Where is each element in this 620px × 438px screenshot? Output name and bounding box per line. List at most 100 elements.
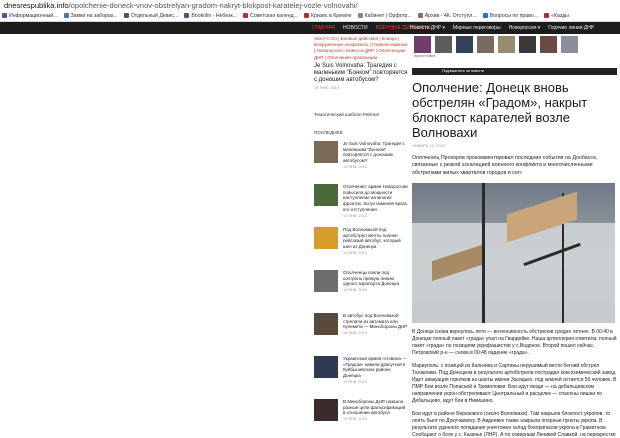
latest-item-date: 14 ЯНВ, 2015 xyxy=(343,213,367,218)
bookmark-item[interactable]: Кризис в Кремле xyxy=(303,11,352,21)
latest-thumb[interactable] xyxy=(314,183,338,206)
latest-list-item[interactable]: В Минобороны ДНР назвали разные цели фал… xyxy=(314,398,408,435)
nav-item[interactable]: ГЛАВНАЯ xyxy=(312,25,335,31)
article-body: В Донецк снова вернулось лето — интенсив… xyxy=(412,329,617,438)
bookmark-label: Архив - 4К. Отступл... xyxy=(424,13,477,19)
latest-heading: ПОСЛЕДНЕЕ xyxy=(314,129,343,135)
bookmark-item[interactable]: Информационный... xyxy=(2,11,58,21)
thumb-image[interactable] xyxy=(498,36,515,53)
bookmark-label: Замки на заборах... xyxy=(70,13,118,19)
latest-item-date: 13 ЯНВ, 2015 xyxy=(343,288,367,293)
bookmark-item[interactable]: Кабинет | Орфогр... xyxy=(357,11,412,21)
thumb-image[interactable] xyxy=(519,36,536,53)
latest-thumb[interactable] xyxy=(314,140,338,163)
latest-item-title[interactable]: В Минобороны ДНР назвали разные цели фал… xyxy=(343,399,405,416)
site-top-nav: ГЛАВНАЯ НОВОСТИ ВОЕННЫЕ ДЕЙСТВИЯ Новости Д… xyxy=(0,22,620,34)
bookmark-favicon-icon xyxy=(482,13,488,18)
bookmarks-bar: Информационный... Замки на заборах... Отде… xyxy=(0,11,620,22)
nav-item[interactable]: Мирные переговоры xyxy=(453,25,501,31)
article-paragraph: Бои идут в районе Березового (около Волн… xyxy=(412,410,616,438)
bookmark-label: Вопросы по право... xyxy=(489,13,539,19)
article-photo xyxy=(412,182,615,323)
latest-item-date: 13 ЯНВ, 2015 xyxy=(343,380,367,384)
thumb-caption: Кропотливое xyxy=(414,54,436,58)
latest-list-item[interactable]: Je Suis Volnovaha: Трагедия с маленьким … xyxy=(314,140,408,177)
bookmark-label: Bookolin - Небезк... xyxy=(191,13,238,19)
subscribe-bar[interactable]: Подпишитесь на новости xyxy=(412,68,617,75)
latest-item-text: Je Suis Volnovaha: Трагедия с маленьким … xyxy=(343,141,408,177)
photo-pole xyxy=(482,182,485,323)
bookmark-item[interactable]: Вопросы по право... xyxy=(482,11,539,21)
secondary-nav: Новости ДНР ▾ Мирные переговоры Новороссия… xyxy=(410,22,602,34)
bookmark-favicon-icon xyxy=(544,13,550,18)
article-lead: Ополченец Прохоров прокомментировал посл… xyxy=(412,155,598,176)
bookmark-item[interactable]: «Казды xyxy=(544,11,569,21)
nav-item[interactable]: НОВОСТИ xyxy=(343,25,368,31)
bookmark-item[interactable]: Замки на заборах... xyxy=(63,11,118,21)
sidebar-featured-date: 14 ЯНВ, 2015 xyxy=(314,84,340,90)
nav-item[interactable]: Новороссия ▾ xyxy=(509,25,541,31)
bookmark-item[interactable]: Bookolin - Небезк... xyxy=(184,11,238,21)
bookmark-favicon-icon xyxy=(123,13,129,18)
latest-item-text: Под Волновахой под артобстрел жёлты полн… xyxy=(343,227,408,263)
bookmark-favicon-icon xyxy=(243,13,249,18)
url-domain: dnesrespublika.info xyxy=(4,1,69,10)
bookmark-item[interactable]: Архив - 4К. Отступл... xyxy=(417,11,477,21)
thumb-image[interactable] xyxy=(561,36,578,53)
sidebar-category-links[interactable]: Хилл-Стоп | Боевые действия | В мире | В… xyxy=(314,34,408,61)
sidebar-tag-title[interactable]: Тематический шаблон Рейтинг xyxy=(314,112,408,117)
latest-item-text: Отречение: армия Новороссии повысила до … xyxy=(343,184,408,220)
latest-item-date: 14 ЯНВ, 2015 xyxy=(343,165,367,169)
latest-thumb[interactable] xyxy=(314,312,338,335)
bookmark-favicon-icon xyxy=(357,13,363,18)
latest-list-item[interactable]: Украинская армия готовила — «Градом» нав… xyxy=(314,355,408,392)
article-title: Ополчение: Донецк вновь обстрелян «Градо… xyxy=(412,80,588,140)
url-path: /opolchenie-doneck-vnov-obstrelyan-grado… xyxy=(68,1,358,10)
article-date: ЯНВАРЬ 12, 2015 xyxy=(412,143,445,148)
latest-thumb[interactable] xyxy=(314,355,338,378)
latest-item-text: В автобус под Волновахой стреляли из авт… xyxy=(343,313,408,349)
sidebar: Хилл-Стоп | Боевые действия | В мире | В… xyxy=(314,34,408,438)
thumb-image[interactable] xyxy=(435,36,452,53)
bookmark-label: Информационный... xyxy=(9,13,58,19)
bookmark-favicon-icon xyxy=(303,13,309,18)
bookmark-favicon-icon xyxy=(184,13,190,18)
latest-list-item[interactable]: Отречение: армия Новороссии повысила до … xyxy=(314,183,408,220)
latest-item-text: Украинская армия готовила — «Градом» нав… xyxy=(343,356,408,392)
latest-list-item[interactable]: В автобус под Волновахой стреляли из авт… xyxy=(314,312,408,349)
bookmark-label: «Казды xyxy=(551,13,569,19)
latest-list-item[interactable]: Под Волновахой под артобстрел жёлты полн… xyxy=(314,226,408,263)
latest-thumb[interactable] xyxy=(314,226,338,249)
latest-list-item[interactable]: Ополченцы взяли под контроль прямую лини… xyxy=(314,269,408,306)
thumb-image[interactable] xyxy=(477,36,494,53)
latest-item-title[interactable]: Отречение: армия Новороссии повысила до … xyxy=(343,184,408,212)
latest-thumb[interactable] xyxy=(314,269,338,292)
latest-item-title[interactable]: Украинская армия готовила — «Градом» нав… xyxy=(343,356,407,378)
nav-item[interactable]: Горячие линии ДНР xyxy=(548,25,594,31)
bookmark-label: Кабинет | Орфогр... xyxy=(364,13,412,19)
thumb-image[interactable] xyxy=(456,36,473,53)
bookmark-label: Кризис в Кремле xyxy=(310,13,352,19)
bookmark-label: Советская календ... xyxy=(250,13,298,19)
latest-item-title[interactable]: Под Волновахой под артобстрел жёлты полн… xyxy=(343,227,401,249)
latest-list: Je Suis Volnovaha: Трагедия с маленьким … xyxy=(314,140,408,435)
bookmark-label: Отдельный Девис... xyxy=(130,13,179,19)
bookmark-item[interactable]: Советская календ... xyxy=(243,11,298,21)
latest-item-text: В Минобороны ДНР назвали разные цели фал… xyxy=(343,399,408,435)
latest-item-title[interactable]: В автобус под Волновахой стреляли из авт… xyxy=(343,313,407,330)
latest-item-date: 13 ЯНВ, 2015 xyxy=(343,251,367,255)
blank-left-pane xyxy=(0,34,310,438)
latest-item-title[interactable]: Je Suis Volnovaha: Трагедия с маленьким … xyxy=(343,141,405,163)
latest-item-date: 13 ЯНВ, 2015 xyxy=(343,417,367,422)
thumb-image[interactable] xyxy=(540,36,557,53)
bookmark-item[interactable]: Отдельный Девис... xyxy=(123,11,179,21)
nav-item[interactable]: Новости ДНР ▾ xyxy=(410,25,445,31)
bookmark-favicon-icon xyxy=(2,13,7,18)
sidebar-featured-title[interactable]: Je Suis Volnovaha: Трагедия с маленьким … xyxy=(314,63,408,84)
latest-item-title[interactable]: Ополченцы взяли под контроль прямую лини… xyxy=(343,270,399,287)
latest-thumb[interactable] xyxy=(314,398,338,421)
thumb-image[interactable] xyxy=(414,36,431,53)
address-bar[interactable]: dnesrespublika.info/opolchenie-doneck-vn… xyxy=(0,0,620,11)
article-paragraph: Мариуполь: с позиций из Кальчика и Сарта… xyxy=(412,362,617,404)
latest-item-date: 13 ЯНВ, 2015 xyxy=(343,331,367,336)
